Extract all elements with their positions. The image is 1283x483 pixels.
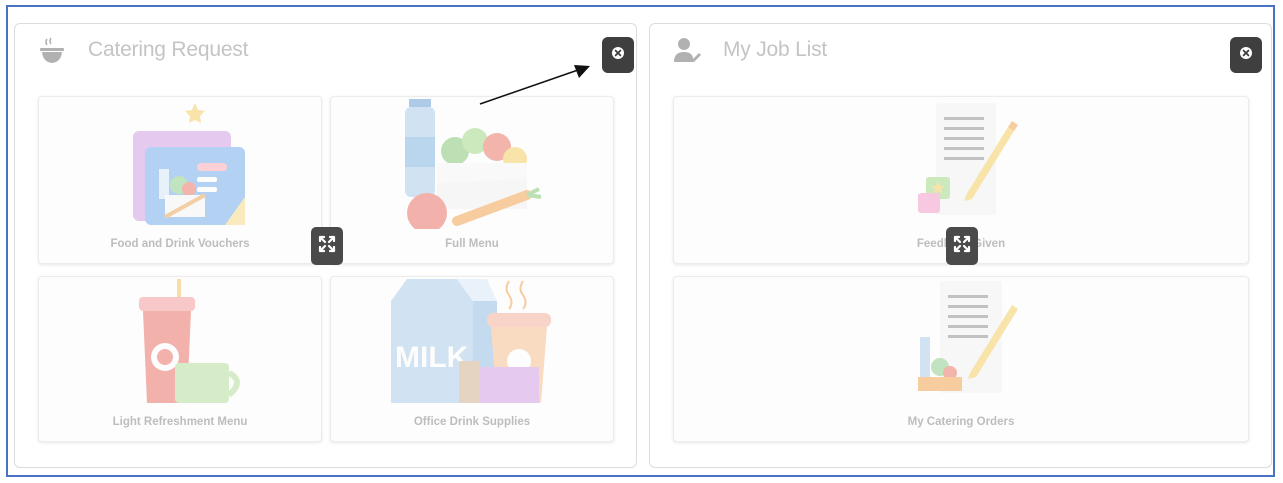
dashboard-frame: Catering Request Food and Drink Vouchers…	[6, 5, 1275, 477]
drink-supplies-illustration: MILK	[331, 277, 613, 413]
close-button[interactable]	[602, 37, 634, 73]
feedback-illustration	[674, 97, 1248, 235]
food-bowl-icon	[37, 36, 67, 66]
panel-title: Catering Request	[88, 38, 249, 61]
tile-label: Light Refreshment Menu	[112, 416, 248, 428]
user-edit-icon	[672, 36, 702, 66]
catering-orders-illustration	[674, 277, 1248, 413]
panel-header: My Job List	[650, 24, 1271, 80]
vouchers-illustration	[39, 97, 321, 235]
tile-office-drink-supplies[interactable]: MILK Office Drink Supplies	[330, 276, 614, 442]
tile-food-and-drink-vouchers[interactable]: Food and Drink Vouchers	[38, 96, 322, 264]
milk-label: MILK	[395, 341, 469, 374]
panel-title: My Job List	[723, 38, 827, 61]
tile-label: Office Drink Supplies	[413, 416, 531, 428]
my-job-list-panel: My Job List Feedback Given My Catering O…	[649, 23, 1272, 468]
tile-label: Full Menu	[445, 238, 499, 250]
tile-label: Food and Drink Vouchers	[110, 238, 250, 250]
expand-button[interactable]	[946, 227, 978, 265]
tile-label: My Catering Orders	[907, 416, 1015, 428]
close-icon	[1239, 46, 1253, 65]
expand-icon	[318, 235, 336, 258]
full-menu-illustration	[331, 97, 613, 235]
close-icon	[611, 46, 625, 65]
tile-my-catering-orders[interactable]: My Catering Orders	[673, 276, 1249, 442]
close-button[interactable]	[1230, 37, 1262, 73]
refreshment-illustration	[39, 277, 321, 413]
expand-icon	[953, 235, 971, 258]
pointer-arrow	[479, 65, 590, 105]
expand-button[interactable]	[311, 227, 343, 265]
tile-light-refreshment-menu[interactable]: Light Refreshment Menu	[38, 276, 322, 442]
tile-full-menu[interactable]: Full Menu	[330, 96, 614, 264]
